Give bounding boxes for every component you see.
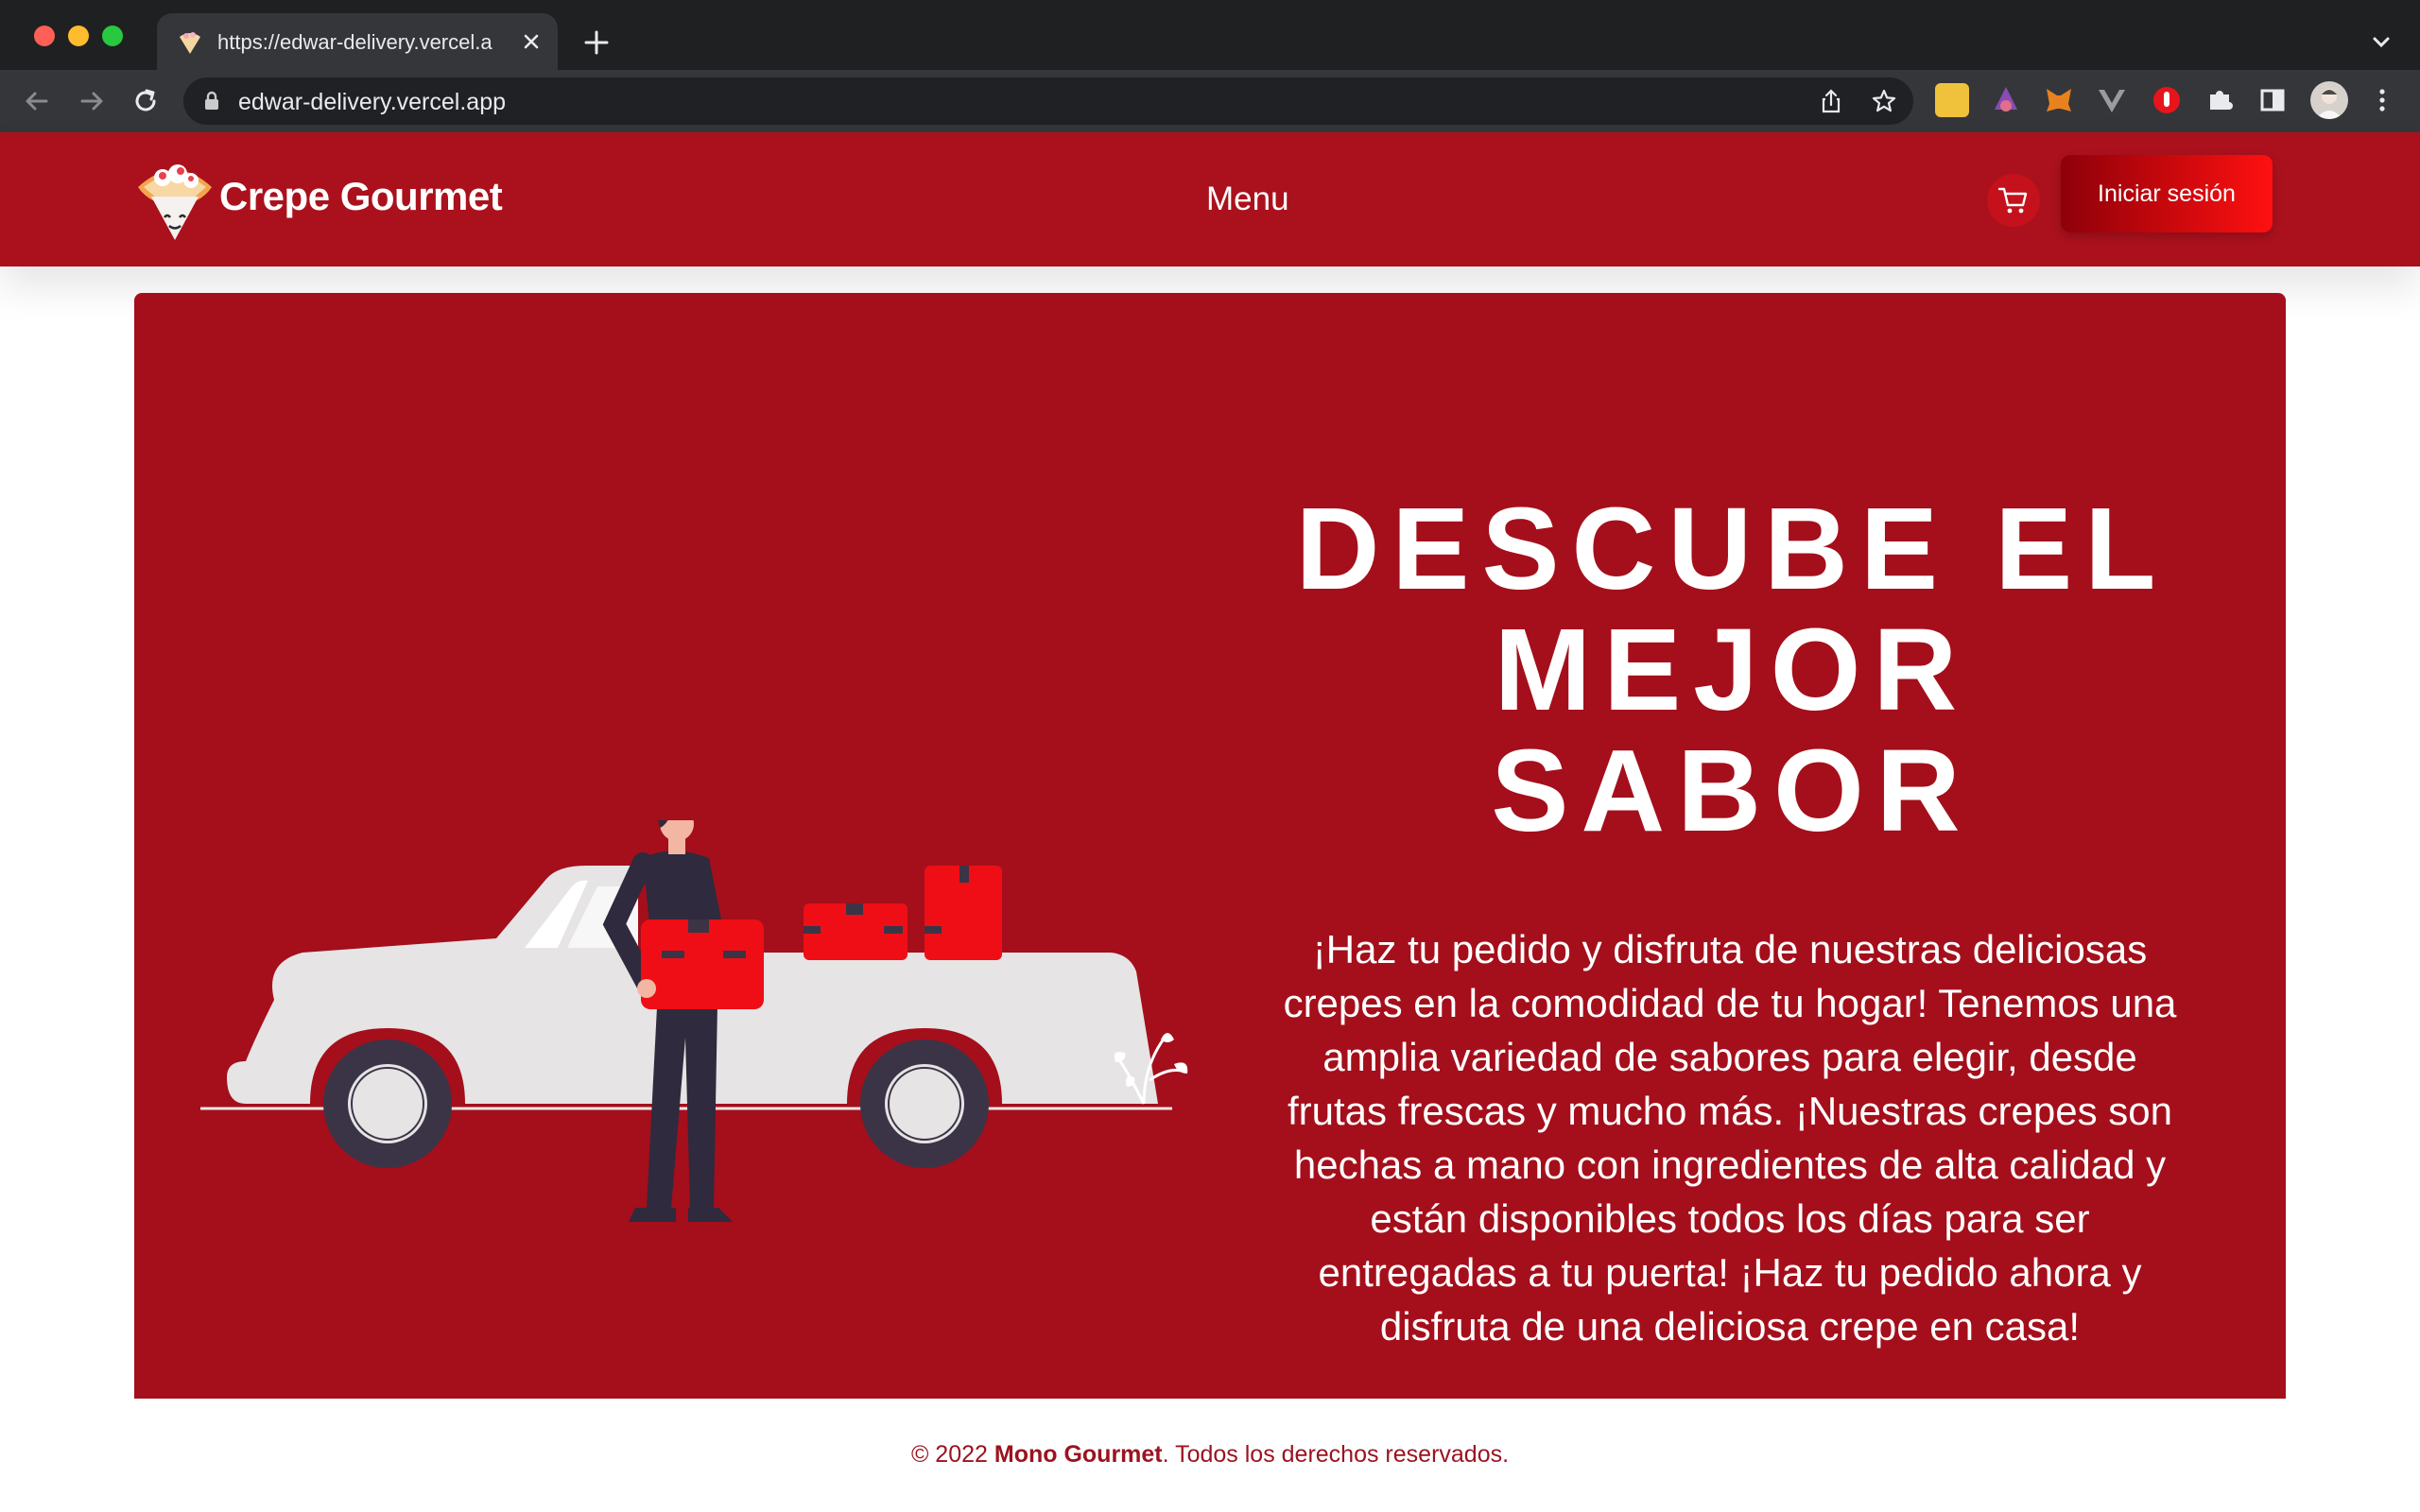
back-arrow-icon[interactable] — [21, 85, 53, 117]
window-close-button[interactable] — [34, 26, 55, 46]
notes-extension-icon[interactable] — [1935, 83, 1969, 117]
metamask-extension-icon[interactable] — [2042, 83, 2076, 117]
kebab-menu-icon[interactable] — [2365, 83, 2399, 117]
browser-toolbar: edwar-delivery.vercel.app — [0, 70, 2420, 132]
browser-tab-bar: https://edwar-delivery.vercel.a — [0, 0, 2420, 70]
hero-section: DESCUBE EL MEJOR SABOR ¡Haz tu pedido y … — [134, 293, 2286, 1399]
hero-description: ¡Haz tu pedido y disfruta de nuestras de… — [1283, 927, 2177, 1349]
puzzle-icon[interactable] — [2203, 83, 2237, 117]
chevron-down-icon[interactable] — [2367, 28, 2395, 57]
site-footer: © 2022 Mono Gourmet. Todos los derechos … — [0, 1436, 2420, 1472]
profile-avatar[interactable] — [2310, 81, 2348, 119]
new-tab-icon[interactable] — [580, 26, 613, 59]
window-minimize-button[interactable] — [68, 26, 89, 46]
vue-devtools-extension-icon[interactable] — [2095, 83, 2129, 117]
footer-rights: . Todos los derechos reservados. — [1162, 1441, 1510, 1468]
tab-title: https://edwar-delivery.vercel.a — [217, 30, 493, 54]
browser-tab-active[interactable]: https://edwar-delivery.vercel.a — [157, 13, 558, 70]
star-icon[interactable] — [1870, 87, 1898, 115]
wizard-extension-icon[interactable] — [1989, 83, 2023, 117]
crepe-favicon-icon — [180, 32, 200, 54]
footer-copyright: © 2022 — [910, 1441, 994, 1468]
window-maximize-button[interactable] — [102, 26, 123, 46]
sidepanel-icon[interactable] — [2256, 83, 2290, 117]
brand-name[interactable]: Crepe Gourmet — [219, 172, 503, 221]
lock-icon[interactable] — [200, 90, 223, 112]
footer-brand: Mono Gourmet — [994, 1441, 1163, 1468]
address-bar[interactable]: edwar-delivery.vercel.app — [183, 77, 1913, 125]
url-text[interactable]: edwar-delivery.vercel.app — [238, 88, 506, 116]
delivery-truck-illustration — [200, 820, 1188, 1222]
adblock-extension-icon[interactable] — [2150, 83, 2184, 117]
site-header: Crepe Gourmet Menu Iniciar sesión — [0, 132, 2420, 266]
reload-icon[interactable] — [130, 85, 162, 117]
cart-icon — [1997, 187, 2028, 214]
login-button[interactable]: Iniciar sesión — [2061, 155, 2273, 232]
nav-menu-link[interactable]: Menu — [1206, 180, 1289, 219]
share-icon[interactable] — [1817, 87, 1845, 115]
crepe-logo-icon[interactable] — [134, 155, 216, 242]
cart-button[interactable] — [1987, 174, 2040, 227]
avatar-image — [2316, 89, 2342, 119]
forward-arrow-icon[interactable] — [76, 85, 108, 117]
tab-close-icon[interactable] — [518, 28, 544, 55]
hero-title: DESCUBE EL MEJOR SABOR — [1295, 485, 2169, 856]
